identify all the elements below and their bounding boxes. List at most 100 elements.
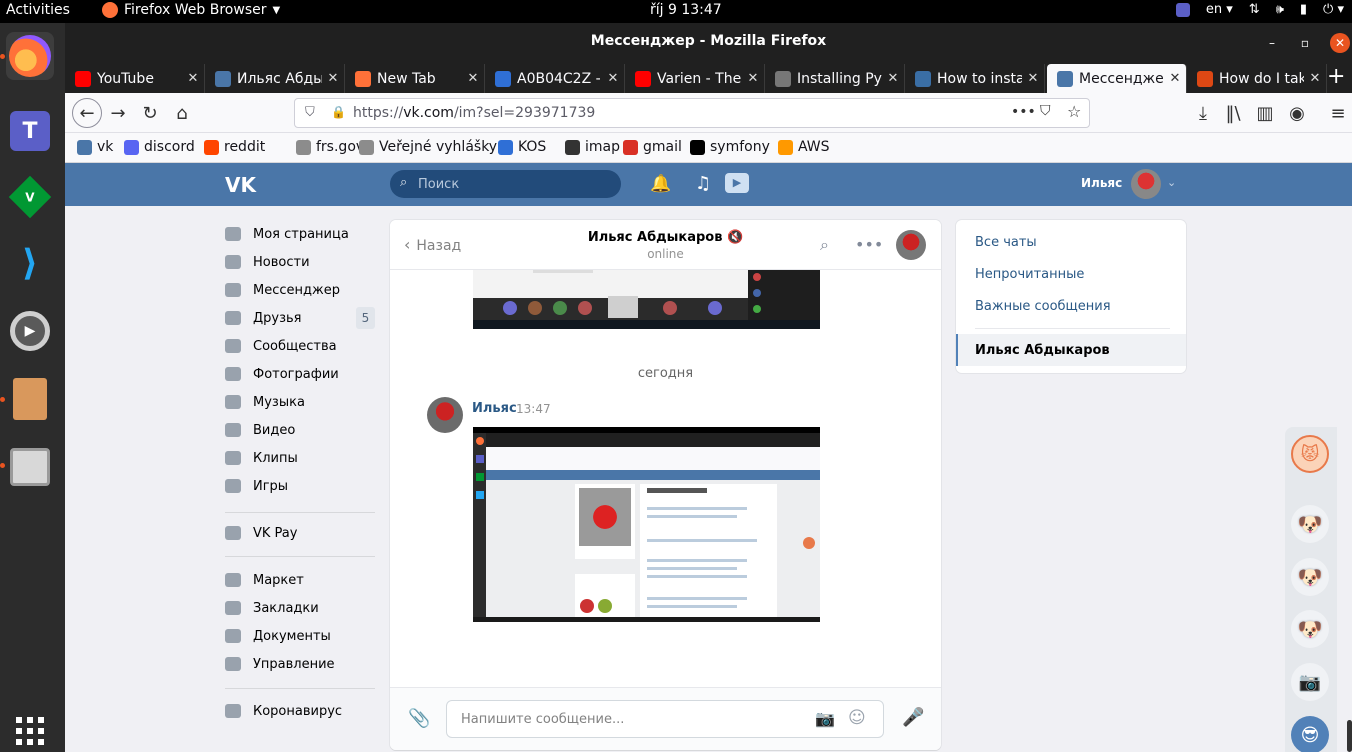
- filter-unread[interactable]: Непрочитанные: [975, 267, 1084, 282]
- play-icon[interactable]: ▶: [725, 173, 749, 193]
- bookmark-item[interactable]: AWS: [778, 139, 830, 155]
- left-menu-item[interactable]: Сообщества: [225, 335, 375, 357]
- dock-vscode[interactable]: ⟩: [6, 239, 54, 287]
- left-menu-item[interactable]: Музыка: [225, 391, 375, 413]
- shield-icon[interactable]: ⛉: [305, 105, 315, 120]
- bookmark-item[interactable]: vk: [77, 139, 113, 155]
- sidebar-icon[interactable]: ▥: [1252, 100, 1278, 126]
- bookmark-star-icon[interactable]: ☆: [1067, 102, 1081, 121]
- message-avatar[interactable]: [427, 397, 463, 433]
- left-menu-item[interactable]: Видео: [225, 419, 375, 441]
- vk-user-name[interactable]: Ильяс: [1081, 176, 1122, 190]
- search-icon[interactable]: ⌕: [820, 235, 829, 255]
- tab[interactable]: Мессенджер ✕: [1047, 64, 1187, 93]
- emoji-icon[interactable]: ☺: [848, 708, 866, 728]
- app-menu[interactable]: Firefox Web Browser ▼: [102, 2, 280, 18]
- filter-all-chats[interactable]: Все чаты: [975, 235, 1037, 250]
- filter-important[interactable]: Важные сообщения: [975, 299, 1111, 314]
- chat-bubble-avatar[interactable]: 😾: [1291, 435, 1329, 473]
- tab[interactable]: YouTube ✕: [65, 64, 205, 93]
- message-time[interactable]: 13:47: [516, 402, 551, 416]
- tab[interactable]: How do I take✕: [1187, 64, 1327, 93]
- left-menu-item[interactable]: Маркет: [225, 569, 375, 591]
- left-menu-item[interactable]: Игры: [225, 475, 375, 497]
- language-indicator[interactable]: en ▾: [1206, 2, 1233, 17]
- tab[interactable]: New Tab ✕: [345, 64, 485, 93]
- downloads-icon[interactable]: ⤓: [1190, 100, 1216, 126]
- show-apps-button[interactable]: [6, 707, 54, 752]
- bookmark-item[interactable]: gmail: [623, 139, 682, 155]
- bookmark-item[interactable]: frs.gov: [296, 139, 364, 155]
- clock[interactable]: říj 9 13:47: [650, 2, 722, 18]
- back-button[interactable]: ←: [72, 98, 102, 128]
- power-menu-icon[interactable]: ⏻ ▾: [1323, 2, 1344, 17]
- dock-archive[interactable]: [6, 375, 54, 423]
- dock-settings[interactable]: ▶: [6, 307, 54, 355]
- microphone-icon[interactable]: 🎤: [902, 707, 924, 728]
- home-button[interactable]: ⌂: [169, 100, 195, 126]
- bookmark-item[interactable]: discord: [124, 139, 195, 155]
- tab[interactable]: A0B04C2Z - Кла✕: [485, 64, 625, 93]
- left-menu-item[interactable]: Мессенджер: [225, 279, 375, 301]
- maximize-button[interactable]: ▫: [1295, 33, 1315, 53]
- close-icon[interactable]: ✕: [322, 71, 344, 86]
- notifications-bell-icon[interactable]: 🔔: [650, 174, 671, 194]
- bookmark-item[interactable]: symfony: [690, 139, 770, 155]
- bookmark-item[interactable]: reddit: [204, 139, 265, 155]
- message-image-attachment[interactable]: [473, 427, 820, 622]
- teams-icon[interactable]: [1175, 2, 1190, 17]
- chat-bubble-default[interactable]: 🐶: [1291, 505, 1329, 543]
- new-tab-button[interactable]: +: [1327, 64, 1345, 89]
- chevron-down-icon[interactable]: ⌄: [1167, 176, 1176, 189]
- dock-files[interactable]: [6, 443, 54, 491]
- bookmark-item[interactable]: KOS: [498, 139, 546, 155]
- music-icon[interactable]: ♫: [695, 173, 711, 194]
- dock-vim[interactable]: V: [6, 173, 54, 221]
- left-menu-item[interactable]: Закладки: [225, 597, 375, 619]
- close-icon[interactable]: ✕: [602, 71, 624, 86]
- url-bar[interactable]: ⛉ 🔒 https://vk.com/im?sel=293971739 ••• …: [294, 98, 1090, 128]
- more-icon[interactable]: •••: [855, 235, 883, 254]
- tab[interactable]: How to install✕: [905, 64, 1045, 93]
- volume-icon[interactable]: 🕪: [1276, 2, 1284, 17]
- minimize-button[interactable]: –: [1262, 33, 1282, 53]
- left-menu-item[interactable]: Моя страница: [225, 223, 375, 245]
- chat-avatar[interactable]: [896, 230, 926, 260]
- page-actions-icon[interactable]: •••: [1011, 104, 1036, 120]
- dock-teams[interactable]: T: [6, 107, 54, 155]
- left-menu-item[interactable]: Документы: [225, 625, 375, 647]
- left-menu-item[interactable]: Коронавирус: [225, 700, 375, 722]
- library-icon[interactable]: ‖\: [1220, 100, 1246, 126]
- tab[interactable]: Ильяс Абдыкаров✕: [205, 64, 345, 93]
- message-input[interactable]: Напишите сообщение... 📷 ☺: [446, 700, 884, 738]
- chat-bubble-avatar[interactable]: 😎: [1291, 716, 1329, 752]
- vk-logo[interactable]: VK: [225, 173, 256, 197]
- close-window-button[interactable]: ✕: [1330, 33, 1350, 53]
- chat-bubble-default[interactable]: 🐶: [1291, 558, 1329, 596]
- system-tray[interactable]: en ▾ ⇅ 🕪 ▮ ⏻ ▾: [1175, 2, 1344, 17]
- network-icon[interactable]: ⇅: [1249, 2, 1260, 17]
- close-icon[interactable]: ✕: [1304, 71, 1326, 86]
- close-icon[interactable]: ✕: [882, 71, 904, 86]
- scrollbar[interactable]: [1347, 720, 1352, 752]
- left-menu-item[interactable]: Друзья 5: [225, 307, 375, 329]
- bookmark-item[interactable]: Veřejné vyhlášky: [359, 139, 497, 155]
- camera-icon[interactable]: 📷: [815, 709, 835, 728]
- dock-firefox[interactable]: [6, 32, 54, 80]
- close-icon[interactable]: ✕: [462, 71, 484, 86]
- close-icon[interactable]: ✕: [182, 71, 204, 86]
- left-menu-item[interactable]: Клипы: [225, 447, 375, 469]
- battery-icon[interactable]: ▮: [1300, 2, 1307, 17]
- close-icon[interactable]: ✕: [742, 71, 764, 86]
- close-icon[interactable]: ✕: [1164, 71, 1186, 86]
- chat-bubble-camera[interactable]: 📷: [1291, 663, 1329, 701]
- paperclip-icon[interactable]: 📎: [408, 708, 430, 729]
- hamburger-menu-icon[interactable]: ≡: [1325, 100, 1351, 126]
- account-icon[interactable]: ◉: [1284, 100, 1310, 126]
- active-chat-item[interactable]: Ильяс Абдыкаров: [956, 334, 1186, 366]
- avatar[interactable]: [1131, 169, 1161, 199]
- bookmark-item[interactable]: imap: [565, 139, 620, 155]
- forward-button[interactable]: →: [105, 100, 131, 126]
- vk-search-input[interactable]: ⌕ Поиск: [390, 170, 621, 198]
- lock-icon[interactable]: 🔒: [331, 105, 346, 119]
